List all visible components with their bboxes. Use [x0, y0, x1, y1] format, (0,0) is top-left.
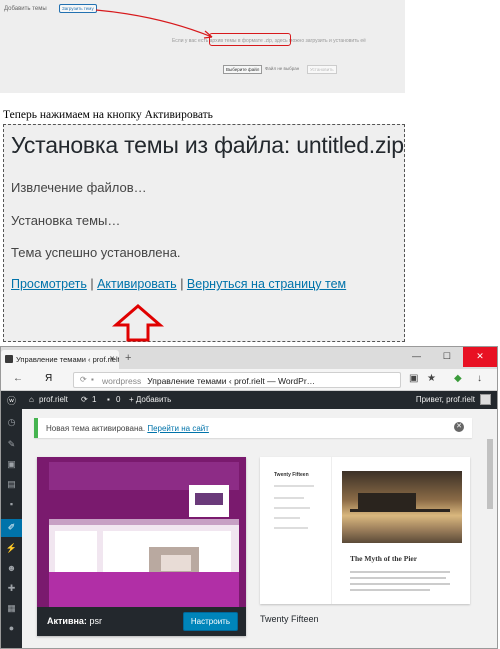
appearance-brush-icon[interactable]: ✐ [1, 519, 22, 537]
tab-bar: Управление темами ‹ prof.rielt ✕ + — ☐ ✕ [1, 347, 497, 369]
comments-icon[interactable]: ▪ [1, 499, 22, 509]
instruction-text: Теперь нажимаем на кнопку Активировать [3, 109, 213, 121]
tab-title: Управление темами ‹ prof.rielt [16, 355, 119, 364]
browser-tab[interactable]: Управление темами ‹ prof.rielt ✕ [1, 350, 119, 369]
scrollbar[interactable] [486, 411, 494, 591]
themes-content: Новая тема активирована. Перейти на сайт… [22, 409, 484, 648]
preview-post: The Myth of the Pier [342, 471, 462, 604]
lock-icon: ▪ [91, 375, 94, 384]
home-icon: ⌂ [29, 395, 34, 404]
active-theme-label: Активна: psr [47, 616, 102, 626]
separator: | [90, 277, 94, 291]
up-arrow-icon [111, 304, 165, 342]
wp-admin-bar: ⓦ ⌂ prof.rielt ⟳ 1 ▪ 0 + Добавить Привет… [1, 391, 497, 409]
tools-wrench-icon[interactable]: ✚ [1, 583, 22, 594]
comments-count[interactable]: 0 [116, 395, 120, 404]
active-theme-card[interactable]: Активна: psr Настроить [37, 457, 246, 636]
download-icon[interactable]: ↓ [477, 373, 482, 384]
theme-card-twenty-fifteen[interactable]: Twenty Fifteen The Myth of the Pier [260, 457, 470, 604]
preview-link[interactable]: Просмотреть [11, 277, 87, 291]
collapse-menu-icon[interactable]: ● [1, 623, 22, 633]
address-page-title: Управление темами ‹ prof.rielt — WordPr… [147, 376, 316, 386]
install-step-extract: Извлечение файлов… [11, 180, 147, 195]
settings-icon[interactable]: ▦ [1, 603, 22, 614]
updates-count[interactable]: 1 [92, 395, 96, 404]
extension-icon[interactable]: ◆ [454, 373, 462, 384]
notice-text: Новая тема активирована. [46, 424, 146, 433]
annotation-arrow [95, 9, 213, 39]
posts-pin-icon[interactable]: ✎ [1, 439, 22, 450]
media-icon[interactable]: ▣ [1, 459, 22, 470]
plugins-icon[interactable]: ⚡ [1, 543, 22, 554]
yandex-logo[interactable]: Я [45, 373, 52, 384]
wordpress-logo-icon[interactable]: ⓦ [7, 394, 16, 407]
install-step-install: Установка темы… [11, 213, 121, 228]
preview-post-title: The Myth of the Pier [350, 554, 418, 563]
activate-link[interactable]: Активировать [97, 277, 177, 291]
dashboard-icon[interactable]: ◷ [1, 417, 22, 428]
back-to-themes-link[interactable]: Вернуться на страницу тем [187, 277, 346, 291]
close-window-button[interactable]: ✕ [463, 347, 497, 367]
upload-theme-screenshot: Добавить темы Загрузить тему Если у вас … [0, 0, 405, 93]
visit-site-link[interactable]: Перейти на сайт [147, 424, 209, 433]
pier-photo [342, 471, 462, 543]
customize-button[interactable]: Настроить [182, 612, 238, 631]
scrollbar-thumb[interactable] [487, 439, 493, 509]
install-step-success: Тема успешно установлена. [11, 245, 181, 260]
install-title: Установка темы из файла: untitled.zip [11, 132, 404, 158]
wordpress-favicon-icon [5, 355, 13, 363]
active-theme-footer: Активна: psr Настроить [37, 607, 246, 636]
reader-mode-icon[interactable]: ▣ [409, 373, 418, 384]
pages-icon[interactable]: ▤ [1, 479, 22, 490]
back-icon[interactable]: ← [13, 373, 23, 384]
wp-admin-sidebar: ◷ ✎ ▣ ▤ ▪ ✐ ⚡ ☻ ✚ ▦ ● [1, 409, 22, 648]
maximize-button[interactable]: ☐ [443, 351, 451, 362]
preview-site-title: Twenty Fifteen [274, 472, 309, 478]
minimize-button[interactable]: — [412, 351, 421, 361]
preview-sidebar: Twenty Fifteen [260, 457, 332, 604]
browser-window: Управление темами ‹ prof.rielt ✕ + — ☐ ✕… [0, 346, 498, 649]
reload-icon[interactable]: ⟳ [80, 375, 87, 384]
tab-close-icon[interactable]: ✕ [109, 355, 115, 363]
activation-notice: Новая тема активирована. Перейти на сайт… [34, 418, 472, 438]
navigation-bar: ← Я ⟳ ▪ wordpress Управление темами ‹ pro… [1, 369, 497, 391]
greeting-link[interactable]: Привет, prof.rielt [416, 395, 475, 404]
active-theme-name: psr [89, 616, 102, 626]
theme-name[interactable]: Twenty Fifteen [260, 614, 319, 624]
site-name-link[interactable]: prof.rielt [39, 395, 68, 404]
new-tab-button[interactable]: + [125, 352, 131, 364]
theme-logo [189, 485, 229, 517]
bookmark-icon[interactable]: ★ [427, 373, 436, 384]
separator: | [180, 277, 184, 291]
address-bar[interactable]: ⟳ ▪ wordpress Управление темами ‹ prof.ri… [73, 372, 401, 388]
address-domain: wordpress [102, 376, 142, 386]
updates-icon: ⟳ [81, 395, 88, 404]
dismiss-icon[interactable]: ✕ [454, 422, 464, 432]
avatar[interactable] [480, 394, 491, 405]
users-icon[interactable]: ☻ [1, 563, 22, 573]
install-actions: Просмотреть | Активировать | Вернуться н… [11, 277, 346, 291]
comments-icon: ▪ [107, 395, 110, 404]
add-new-menu[interactable]: + Добавить [129, 395, 171, 404]
install-result-panel: Установка темы из файла: untitled.zip Из… [3, 124, 405, 342]
theme-screenshot[interactable] [37, 457, 246, 607]
